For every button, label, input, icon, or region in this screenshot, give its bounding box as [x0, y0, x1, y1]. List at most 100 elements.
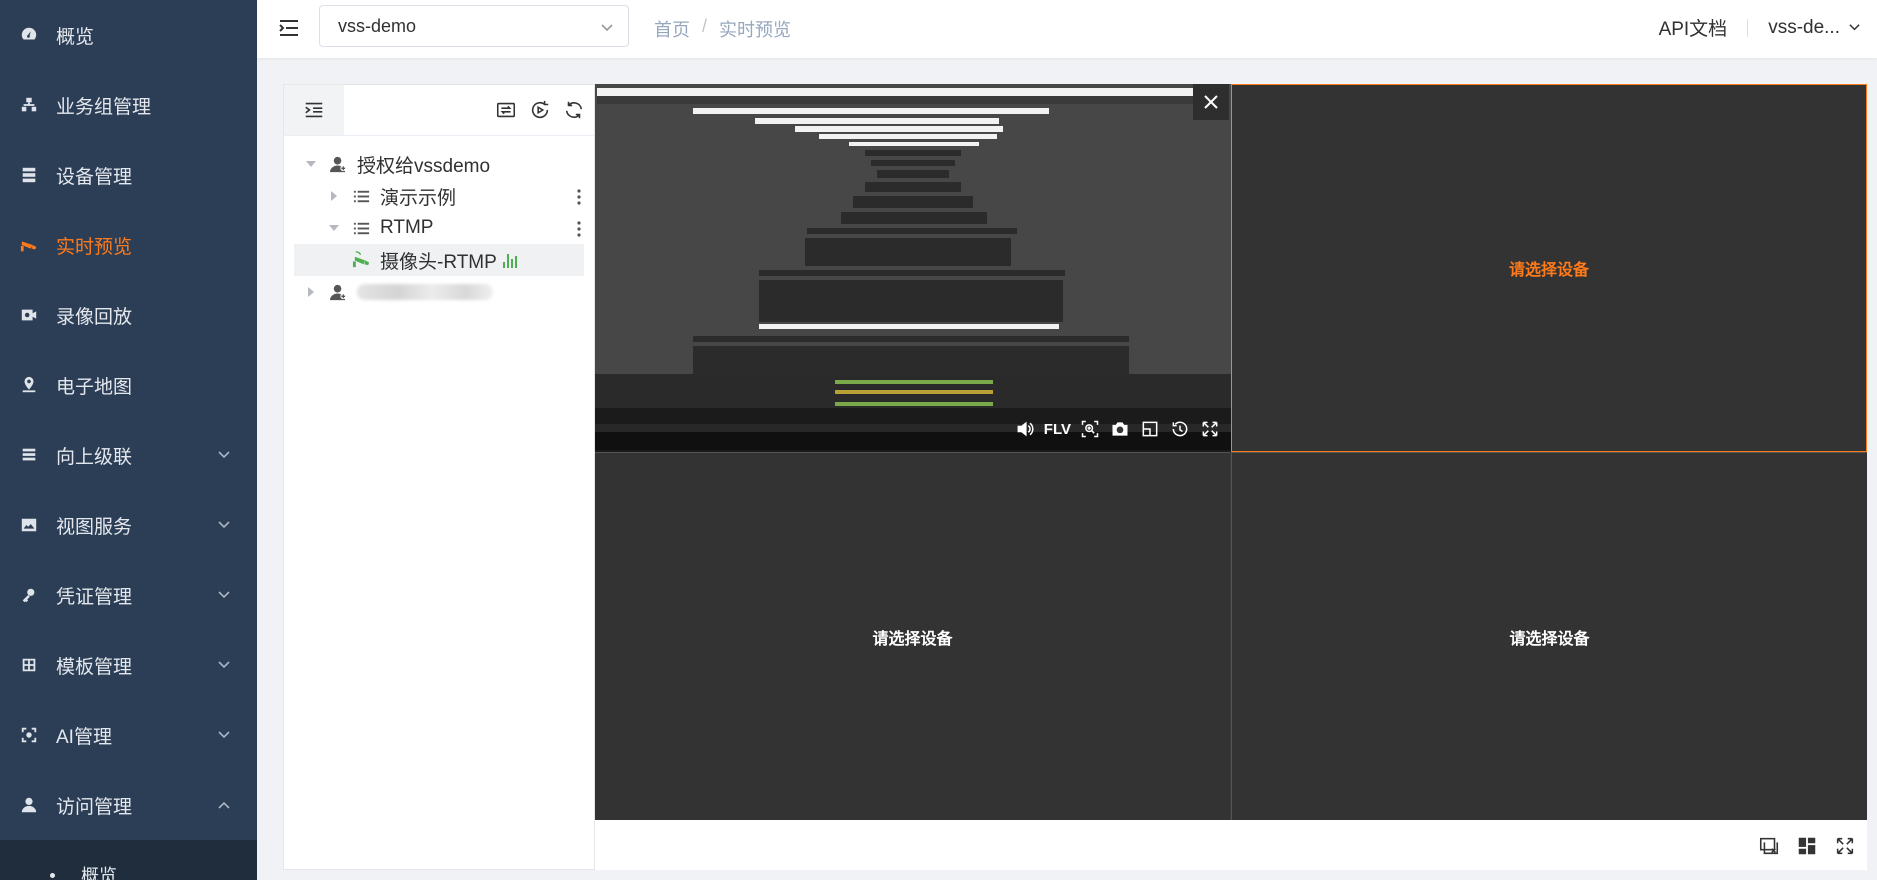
tree-collapse-icon[interactable]: [284, 85, 344, 135]
pip-icon[interactable]: [1139, 418, 1161, 440]
video-wall: FLV 请选择设备 请选择设备 请选择设备: [595, 84, 1867, 870]
menu-item-business-group[interactable]: 业务组管理: [0, 70, 257, 140]
zoom-in-icon[interactable]: [1079, 418, 1101, 440]
signal-bars-icon: [502, 252, 517, 268]
tree-node-folder[interactable]: RTMP: [284, 212, 594, 244]
menu-item-map[interactable]: 电子地图: [0, 350, 257, 420]
tree-node-label: 授权给vssdemo: [357, 155, 491, 177]
menu-label: 访问管理: [56, 796, 133, 818]
submenu-label: 概览: [81, 866, 117, 880]
fullscreen-icon[interactable]: [1833, 834, 1857, 858]
menu-label: AI管理: [56, 726, 112, 748]
api-docs-link[interactable]: API文档: [1659, 14, 1728, 41]
video-cell-selected[interactable]: 请选择设备: [1231, 84, 1867, 452]
tree-node-label: 摄像头-RTMP: [380, 251, 497, 273]
list-icon: [350, 217, 372, 239]
menu-item-template[interactable]: 模板管理: [0, 630, 257, 700]
close-stream-button[interactable]: [1193, 84, 1229, 120]
menu-item-ai[interactable]: AI管理: [0, 700, 257, 770]
chevron-down-icon: [217, 586, 231, 600]
volume-icon[interactable]: [1014, 418, 1036, 440]
server-icon: [18, 164, 40, 186]
ai-icon: [18, 724, 40, 746]
header-right: API文档 vss-de...: [1659, 14, 1861, 41]
menu-label: 录像回放: [56, 306, 133, 328]
video-grid: FLV 请选择设备 请选择设备 请选择设备: [595, 84, 1867, 820]
user-name: vss-de...: [1768, 16, 1840, 38]
menu-label: 凭证管理: [56, 586, 133, 608]
menu-item-access[interactable]: 访问管理: [0, 770, 257, 840]
video-cell-empty[interactable]: 请选择设备: [595, 452, 1230, 820]
caret-right-icon[interactable]: [328, 190, 340, 202]
device-tree-panel: 授权给vssdemo 演示示例 RTMP 摄像头-RTMP: [283, 84, 595, 870]
breadcrumb: 首页 / 实时预览: [654, 16, 792, 42]
camera-icon: [18, 234, 40, 256]
select-device-placeholder: 请选择设备: [1509, 630, 1590, 648]
tree-node-folder[interactable]: 演示示例: [284, 180, 594, 212]
switch-stream-icon[interactable]: [494, 98, 518, 122]
breadcrumb-current: 实时预览: [719, 20, 792, 40]
menu-label: 概览: [56, 26, 95, 48]
tree-node-label: RTMP: [380, 217, 434, 238]
stream-format-label[interactable]: FLV: [1044, 418, 1071, 440]
org-select-value: vss-demo: [338, 15, 417, 36]
cascade-icon: [18, 444, 40, 466]
fullscreen-icon[interactable]: [1199, 418, 1221, 440]
tree-node-group[interactable]: 授权给vssdemo: [284, 148, 594, 180]
sidebar: 概览 业务组管理 设备管理 实时预览 录像回放 电子地图 向上级联 视图服务 凭…: [0, 0, 257, 880]
close-all-icon[interactable]: [1757, 834, 1781, 858]
tree-node-group[interactable]: [284, 276, 594, 308]
chevron-down-icon: [217, 516, 231, 530]
org-select[interactable]: vss-demo: [319, 5, 629, 47]
collapse-menu-icon[interactable]: [277, 16, 303, 42]
video-frame: [595, 84, 1231, 452]
layout-grid-icon[interactable]: [1795, 834, 1819, 858]
menu-label: 电子地图: [56, 376, 133, 398]
submenu-item-overview[interactable]: 概览: [0, 840, 257, 880]
image-icon: [18, 514, 40, 536]
player-controls: FLV: [595, 408, 1231, 450]
grid-icon: [18, 654, 40, 676]
replay-icon[interactable]: [528, 98, 552, 122]
chevron-down-icon: [1849, 24, 1860, 31]
tree-node-label: 演示示例: [380, 187, 457, 209]
menu-item-cascade[interactable]: 向上级联: [0, 420, 257, 490]
refresh-icon[interactable]: [562, 98, 586, 122]
menu-label: 向上级联: [56, 446, 133, 468]
more-vertical-icon[interactable]: [576, 188, 582, 206]
chevron-up-icon: [217, 796, 231, 810]
history-icon[interactable]: [1169, 418, 1191, 440]
user-menu[interactable]: vss-de...: [1768, 17, 1861, 39]
user-icon: [18, 794, 40, 816]
video-cell-empty[interactable]: 请选择设备: [1231, 452, 1867, 820]
select-device-placeholder: 请选择设备: [1508, 262, 1589, 279]
menu-item-credential[interactable]: 凭证管理: [0, 560, 257, 630]
snapshot-icon[interactable]: [1109, 418, 1131, 440]
device-tree: 授权给vssdemo 演示示例 RTMP 摄像头-RTMP: [284, 136, 594, 308]
menu-item-device[interactable]: 设备管理: [0, 140, 257, 210]
chevron-down-icon: [217, 446, 231, 460]
key-icon: [18, 584, 40, 606]
list-icon: [350, 185, 372, 207]
user-group-icon: [327, 153, 349, 175]
chevron-down-icon: [600, 19, 614, 33]
more-vertical-icon[interactable]: [576, 220, 582, 238]
menu-label: 实时预览: [56, 236, 133, 258]
menu-label: 业务组管理: [56, 96, 152, 118]
caret-right-icon[interactable]: [305, 286, 317, 298]
grid-toolbar: [1757, 834, 1857, 858]
menu-label: 设备管理: [56, 166, 133, 188]
camera-online-icon: [350, 249, 372, 271]
playback-icon: [18, 304, 40, 326]
breadcrumb-home[interactable]: 首页: [654, 16, 690, 42]
caret-down-icon[interactable]: [305, 158, 317, 170]
menu-item-overview[interactable]: 概览: [0, 0, 257, 70]
menu-item-view-service[interactable]: 视图服务: [0, 490, 257, 560]
menu-item-live-preview[interactable]: 实时预览: [0, 210, 257, 280]
caret-down-icon[interactable]: [328, 222, 340, 234]
video-cell-playing[interactable]: FLV: [595, 84, 1231, 452]
tree-node-camera[interactable]: 摄像头-RTMP: [294, 244, 584, 276]
bullet-icon: [50, 872, 55, 878]
menu-item-playback[interactable]: 录像回放: [0, 280, 257, 350]
user-group-icon: [327, 281, 349, 303]
